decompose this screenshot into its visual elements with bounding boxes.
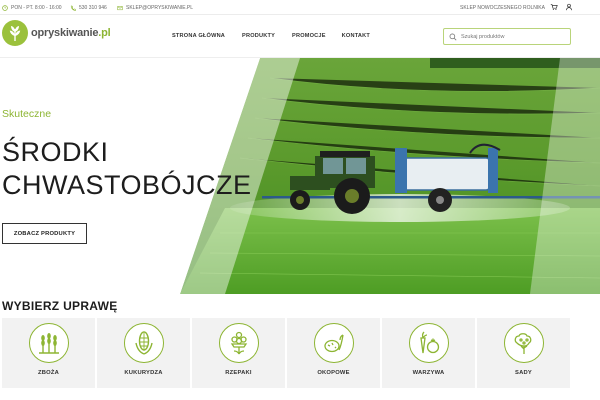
crop-tile-orchards[interactable]: SADY (477, 318, 570, 388)
vegetables-icon (420, 331, 440, 354)
crop-tile-cereals[interactable]: ZBOŻA (2, 318, 95, 388)
crop-icon-circle (124, 323, 164, 363)
crop-label: OKOPOWE (317, 370, 350, 376)
phone-text: 530 310 946 (79, 5, 107, 11)
logo[interactable]: opryskiwanie.pl (2, 20, 111, 46)
search-input[interactable] (461, 33, 561, 40)
email-link[interactable]: SKLEP@OPRYSKIWANIE.PL (117, 5, 193, 11)
hero-title: ŚRODKI CHWASTOBÓJCZE (2, 136, 252, 202)
root-crop-icon (324, 334, 344, 353)
hero-title-line2: CHWASTOBÓJCZE (2, 170, 252, 200)
phone-link[interactable]: 530 310 946 (70, 5, 107, 11)
nav-item-promotions[interactable]: PROMOCJE (292, 33, 326, 39)
opening-hours-text: PON - PT. 8:00 - 16:00 (11, 5, 62, 11)
crop-label: SADY (515, 370, 532, 376)
orchard-tree-icon (514, 333, 532, 354)
hero-banner: Skuteczne ŚRODKI CHWASTOBÓJCZE ZOBACZ PR… (0, 58, 600, 294)
site-header: opryskiwanie.pl STRONA GŁÓWNA PRODUKTY P… (0, 16, 600, 58)
crop-tile-corn[interactable]: KUKURYDZA (97, 318, 190, 388)
nav-item-products[interactable]: PRODUKTY (242, 33, 275, 39)
crop-icon-circle (219, 323, 259, 363)
main-nav: STRONA GŁÓWNA PRODUKTY PROMOCJE KONTAKT (172, 33, 370, 39)
logo-text-main: opryskiwanie (31, 27, 99, 39)
logo-text: opryskiwanie.pl (31, 27, 111, 39)
crop-icon-circle (504, 323, 544, 363)
corn-icon (135, 331, 153, 355)
crop-icon-circle (409, 323, 449, 363)
search-box[interactable] (443, 28, 571, 45)
top-info-bar: PON - PT. 8:00 - 16:00 530 310 946 SKLEP… (0, 0, 600, 15)
opening-hours: PON - PT. 8:00 - 16:00 (2, 5, 62, 11)
wheat-icon (39, 333, 59, 354)
search-icon[interactable] (449, 33, 457, 41)
view-products-button[interactable]: ZOBACZ PRODUKTY (2, 223, 87, 244)
nav-item-home[interactable]: STRONA GŁÓWNA (172, 33, 225, 39)
crop-tile-root-crops[interactable]: OKOPOWE (287, 318, 380, 388)
mail-icon (117, 6, 123, 11)
rapeseed-icon (230, 331, 248, 355)
crop-tile-vegetables[interactable]: WARZYWA (382, 318, 475, 388)
phone-icon (70, 5, 76, 11)
logo-text-suffix: .pl (98, 27, 111, 39)
clock-icon (2, 5, 8, 11)
crop-tiles: ZBOŻA KUKURYDZA RZEPAKI OKOPOWE WARZYWA … (2, 318, 572, 388)
hero-title-line1: ŚRODKI (2, 137, 109, 167)
crop-icon-circle (314, 323, 354, 363)
crop-tile-rapeseed[interactable]: RZEPAKI (192, 318, 285, 388)
crop-label: KUKURYDZA (124, 370, 163, 376)
leaf-logo-icon (2, 20, 28, 46)
nav-item-contact[interactable]: KONTAKT (342, 33, 370, 39)
crop-label: WARZYWA (412, 370, 445, 376)
crops-heading: WYBIERZ UPRAWĘ (2, 299, 118, 313)
hero-kicker: Skuteczne (2, 108, 52, 120)
cart-icon[interactable] (550, 3, 558, 11)
email-text: SKLEP@OPRYSKIWANIE.PL (126, 5, 194, 11)
crop-label: ZBOŻA (38, 370, 59, 376)
shop-link[interactable]: SKLEP NOWOCZESNEGO ROLNIKA (460, 5, 545, 11)
crop-label: RZEPAKI (225, 370, 252, 376)
crop-icon-circle (29, 323, 69, 363)
user-icon[interactable] (565, 3, 573, 11)
